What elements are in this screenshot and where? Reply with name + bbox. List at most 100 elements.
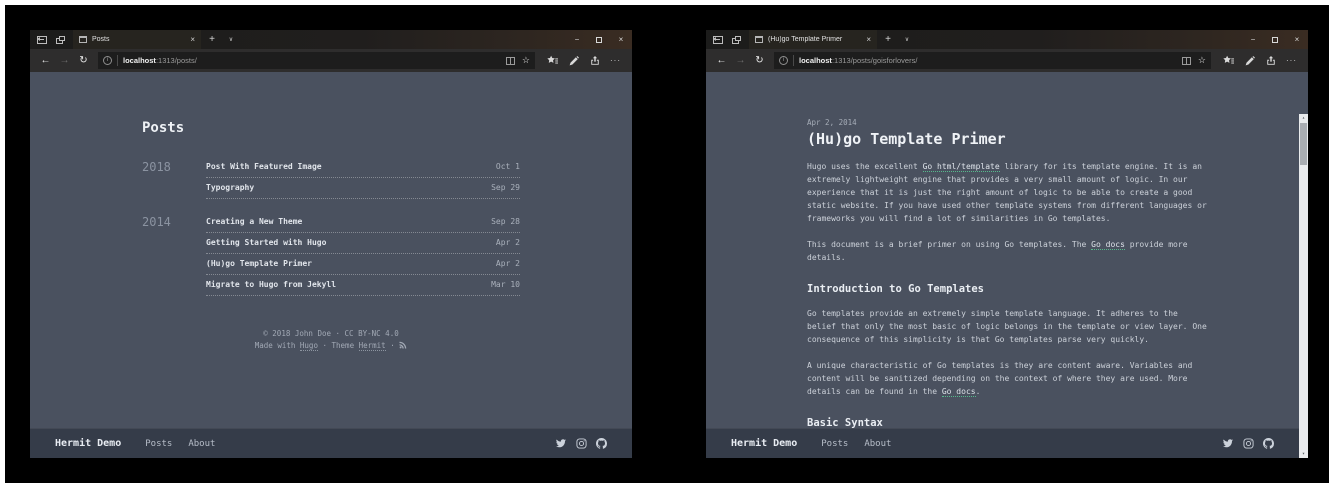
share-icon[interactable]	[585, 56, 604, 66]
hugo-link[interactable]: Hugo	[300, 341, 318, 351]
post-list-item[interactable]: Migrate to Hugo from Jekyll Mar 10	[206, 275, 520, 296]
post-title-link[interactable]: Migrate to Hugo from Jekyll	[206, 280, 336, 289]
new-tab-button[interactable]: +	[201, 30, 223, 49]
go-docs-link[interactable]: Go docs	[1091, 240, 1125, 250]
github-icon[interactable]	[1263, 438, 1274, 449]
back-button[interactable]: ←	[37, 55, 54, 66]
back-button[interactable]: ←	[713, 55, 730, 66]
maximize-button[interactable]	[1264, 30, 1286, 49]
site-brand-link[interactable]: Hermit Demo	[731, 438, 797, 449]
paragraph-text: Hugo uses the excellent	[807, 162, 923, 171]
tab-dropdown-icon[interactable]: ∨	[223, 30, 239, 49]
paragraph-text: .	[976, 387, 981, 396]
refresh-button[interactable]: ↻	[75, 55, 92, 66]
minimize-button[interactable]: −	[1242, 30, 1264, 49]
site-info-icon[interactable]: i	[779, 56, 788, 65]
post-title-link[interactable]: Creating a New Theme	[206, 217, 302, 226]
tab-preview-icon[interactable]	[56, 36, 65, 44]
close-tab-icon[interactable]: ×	[863, 35, 871, 44]
web-notes-pen-icon[interactable]	[564, 56, 583, 66]
nav-link-about[interactable]: About	[188, 439, 215, 449]
post-list-item[interactable]: (Hu)go Template Primer Apr 2	[206, 254, 520, 275]
set-tabs-aside-icon[interactable]	[37, 36, 47, 44]
instagram-icon[interactable]	[576, 438, 587, 449]
favorites-star-icon[interactable]: ☆	[522, 56, 530, 65]
tab-bar-left-icons	[706, 30, 749, 49]
close-window-button[interactable]: ×	[610, 30, 632, 49]
browser-tab[interactable]: (Hu)go Template Primer ×	[749, 30, 877, 49]
twitter-icon[interactable]	[1222, 438, 1234, 449]
post-list-item[interactable]: Creating a New Theme Sep 28	[206, 212, 520, 233]
post-list-item[interactable]: Typography Sep 29	[206, 178, 520, 199]
maximize-button[interactable]	[588, 30, 610, 49]
post-title-link[interactable]: (Hu)go Template Primer	[206, 259, 312, 268]
address-bar[interactable]: i localhost:1313/posts/ ☆	[98, 52, 535, 69]
hermit-theme-link[interactable]: Hermit	[359, 341, 386, 351]
year-group-2018: 2018 Post With Featured Image Oct 1 Typo…	[142, 157, 520, 199]
post-list-item[interactable]: Getting Started with Hugo Apr 2	[206, 233, 520, 254]
tab-dropdown-icon[interactable]: ∨	[899, 30, 915, 49]
browser-tab[interactable]: Posts ×	[73, 30, 201, 49]
refresh-button[interactable]: ↻	[751, 55, 768, 66]
nav-link-posts[interactable]: Posts	[821, 439, 848, 449]
rss-icon[interactable]	[399, 341, 407, 353]
url-text[interactable]: localhost:1313/posts/goisforlovers/	[799, 56, 1177, 65]
article-paragraph: This document is a brief primer on using…	[807, 238, 1207, 264]
url-host: localhost	[123, 56, 156, 65]
hub-favorites-icon[interactable]	[543, 55, 562, 66]
go-docs-link[interactable]: Go docs	[942, 387, 976, 397]
instagram-icon[interactable]	[1243, 438, 1254, 449]
scroll-up-icon[interactable]: ▴	[1299, 114, 1308, 122]
section-heading: Basic Syntax	[807, 417, 1207, 428]
hub-favorites-icon[interactable]	[1219, 55, 1238, 66]
share-icon[interactable]	[1261, 56, 1280, 66]
new-tab-button[interactable]: +	[877, 30, 899, 49]
tab-bar-spacer	[239, 30, 566, 49]
reading-view-icon[interactable]	[506, 57, 515, 65]
post-date: Sep 28	[491, 217, 520, 226]
close-window-button[interactable]: ×	[1286, 30, 1308, 49]
post-title-link[interactable]: Getting Started with Hugo	[206, 238, 326, 247]
page-favicon-icon	[79, 36, 87, 43]
tab-title: (Hu)go Template Primer	[768, 36, 858, 43]
post-title-link[interactable]: Typography	[206, 183, 254, 192]
tab-preview-icon[interactable]	[732, 36, 741, 44]
address-bar[interactable]: i localhost:1313/posts/goisforlovers/ ☆	[774, 52, 1211, 69]
address-divider	[793, 55, 794, 66]
year-label: 2014	[142, 212, 206, 296]
post-title-link[interactable]: Post With Featured Image	[206, 162, 322, 171]
go-html-template-link[interactable]: Go html/template	[923, 162, 1000, 172]
nav-link-about[interactable]: About	[864, 439, 891, 449]
twitter-icon[interactable]	[555, 438, 567, 449]
scroll-down-icon[interactable]: ▾	[1299, 450, 1308, 458]
scrollbar-thumb[interactable]	[1300, 123, 1307, 165]
paragraph-text: A unique characteristic of Go templates …	[807, 361, 1192, 396]
posts-page: Posts 2018 Post With Featured Image Oct …	[30, 72, 632, 428]
site-brand-link[interactable]: Hermit Demo	[55, 438, 121, 449]
set-tabs-aside-icon[interactable]	[713, 36, 723, 44]
more-options-icon[interactable]: ···	[606, 56, 625, 65]
site-info-icon[interactable]: i	[103, 56, 112, 65]
more-options-icon[interactable]: ···	[1282, 56, 1301, 65]
forward-button[interactable]: →	[732, 55, 749, 66]
forward-button[interactable]: →	[56, 55, 73, 66]
web-notes-pen-icon[interactable]	[1240, 56, 1259, 66]
browser-window-article: (Hu)go Template Primer × + ∨ − × ← → ↻ i…	[706, 30, 1308, 458]
page-scrollbar[interactable]: ▴ ▾	[1299, 114, 1308, 458]
nav-link-posts[interactable]: Posts	[145, 439, 172, 449]
footer-text: Made with	[255, 341, 300, 350]
post-date: Sep 29	[491, 183, 520, 192]
site-nav-bar: Hermit Demo Posts About	[706, 428, 1308, 458]
url-text[interactable]: localhost:1313/posts/	[123, 56, 501, 65]
article-paragraph: Hugo uses the excellent Go html/template…	[807, 160, 1207, 225]
close-tab-icon[interactable]: ×	[187, 35, 195, 44]
browser-toolbar: ← → ↻ i localhost:1313/posts/goisforlove…	[706, 49, 1308, 72]
copyright-line: © 2018 John Doe · CC BY-NC 4.0	[142, 328, 520, 340]
post-list-item[interactable]: Post With Featured Image Oct 1	[206, 157, 520, 178]
github-icon[interactable]	[596, 438, 607, 449]
browser-window-posts: Posts × + ∨ − × ← → ↻ i localhost:1313/p…	[30, 30, 632, 458]
reading-view-icon[interactable]	[1182, 57, 1191, 65]
favorites-star-icon[interactable]: ☆	[1198, 56, 1206, 65]
article-date: Apr 2, 2014	[807, 118, 1207, 127]
minimize-button[interactable]: −	[566, 30, 588, 49]
